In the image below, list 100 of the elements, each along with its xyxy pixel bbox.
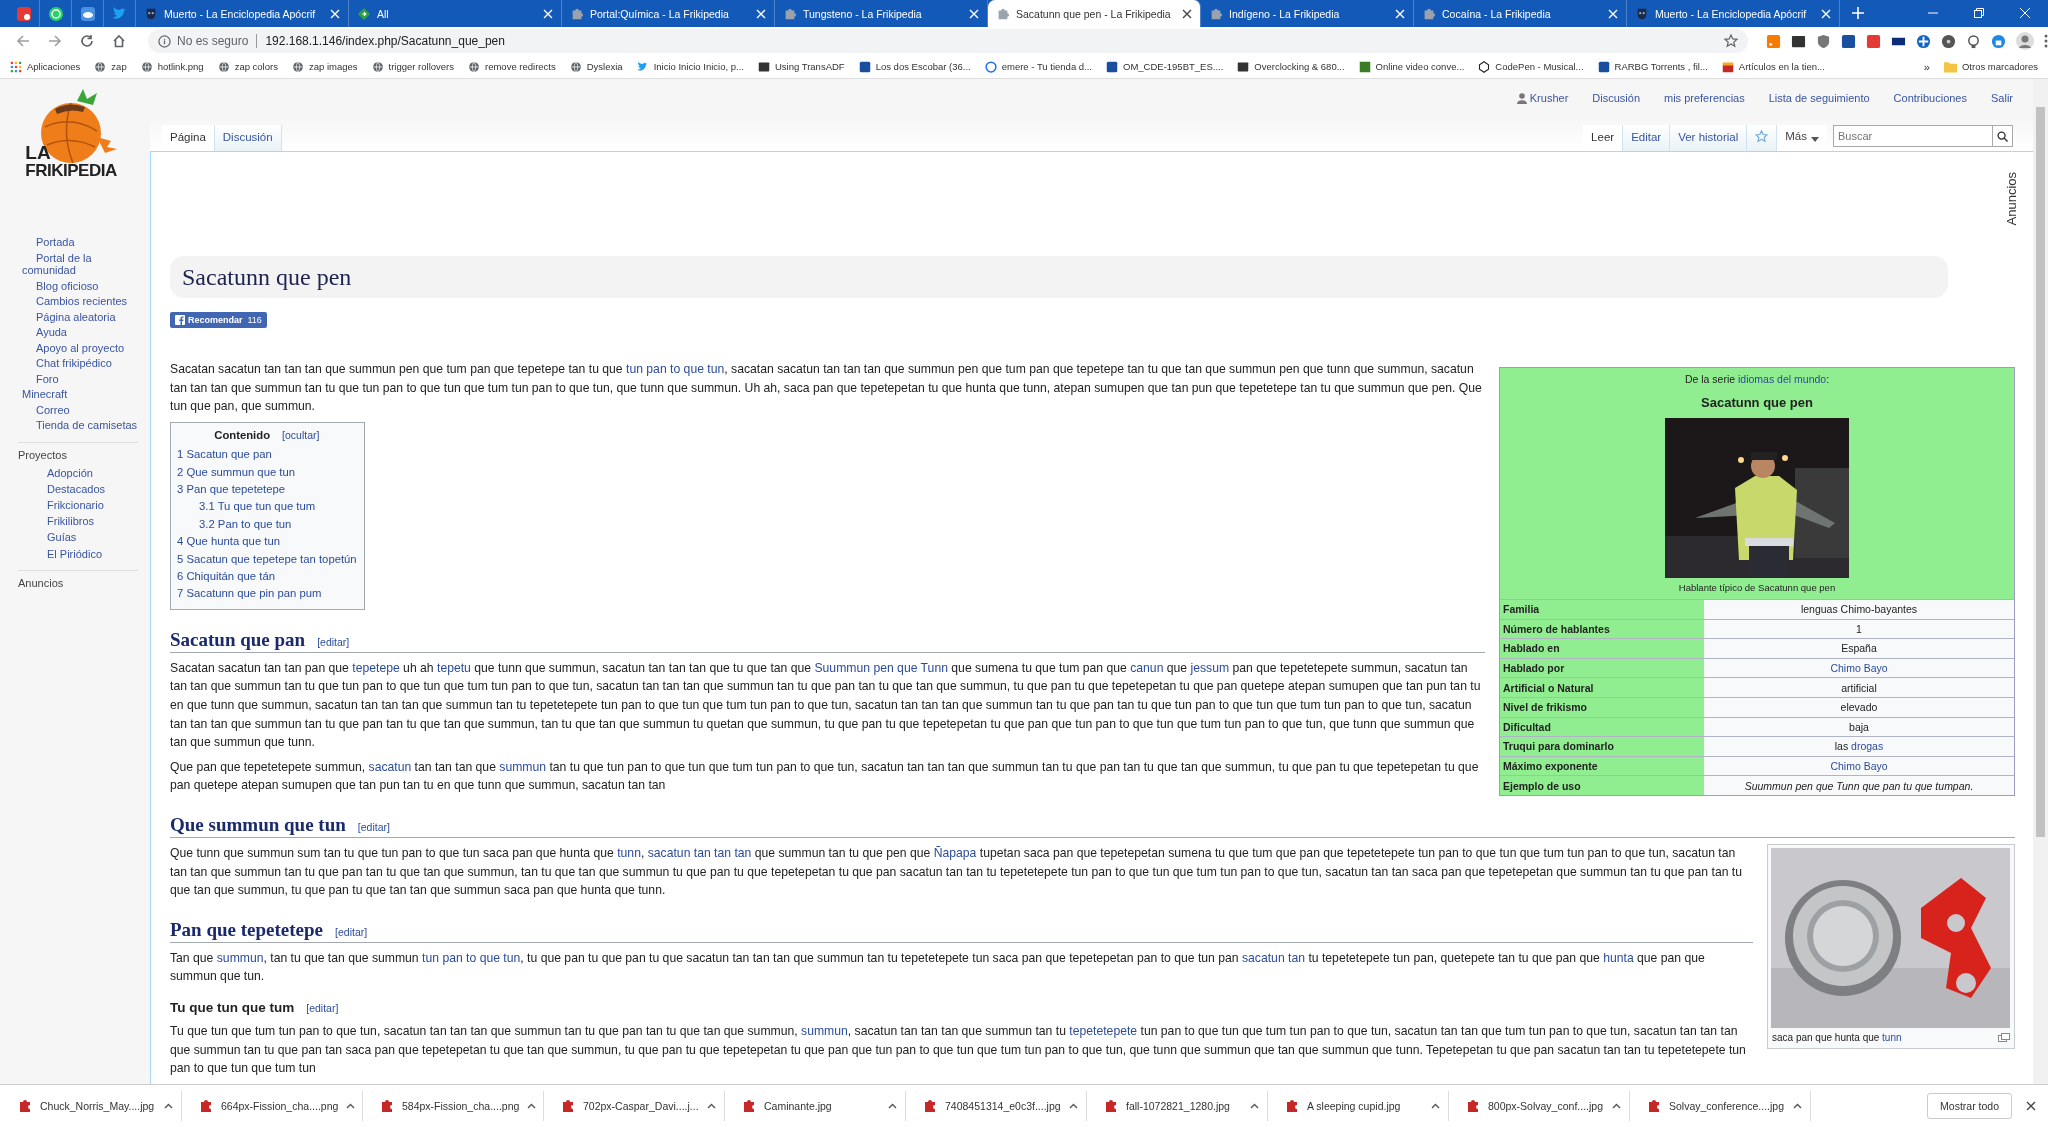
toc-link[interactable]: 3 Pan que tepetetepe bbox=[177, 481, 357, 499]
scrollbar[interactable] bbox=[2033, 79, 2048, 1084]
download-item[interactable]: 584px-Fission_cha....png bbox=[372, 1091, 544, 1121]
toc-link[interactable]: 4 Que hunta que tun bbox=[177, 533, 357, 551]
download-item[interactable]: 800px-Solvay_conf....jpg bbox=[1458, 1091, 1630, 1121]
security-chip[interactable]: No es seguro bbox=[158, 34, 249, 48]
toc-link[interactable]: 3.2 Pan to que tun bbox=[177, 515, 357, 534]
user-link[interactable]: Discusión bbox=[1592, 92, 1640, 104]
edit-link[interactable]: [editar] bbox=[306, 1001, 339, 1014]
chevron-icon[interactable] bbox=[1069, 1103, 1078, 1109]
sidebar-link[interactable]: Tienda de camisetas bbox=[22, 419, 142, 432]
toc-link[interactable]: 5 Sacatun que tepetepe tan topetún bbox=[177, 550, 357, 569]
close-icon[interactable] bbox=[1182, 8, 1192, 19]
sidebar-link[interactable]: Foro bbox=[22, 372, 142, 385]
bookmark-folder[interactable]: Otros marcadores bbox=[1943, 60, 2038, 73]
reload-icon[interactable] bbox=[80, 34, 94, 48]
sidebar-link[interactable]: Página aleatoria bbox=[22, 310, 142, 323]
chevron-icon[interactable] bbox=[346, 1103, 356, 1109]
text-link[interactable]: jessum bbox=[1190, 660, 1230, 675]
bookmark[interactable]: RARBG Torrents , fil... bbox=[1597, 60, 1708, 73]
sidebar-link[interactable]: Cambios recientes bbox=[22, 295, 142, 308]
scrollbar-thumb[interactable] bbox=[2036, 107, 2045, 837]
chevron-icon[interactable] bbox=[1431, 1103, 1440, 1109]
toc-link[interactable]: 2 Que summun que tun bbox=[177, 463, 357, 481]
bookmark[interactable]: Overclocking & 680... bbox=[1237, 60, 1345, 73]
avatar-icon[interactable] bbox=[2016, 32, 2034, 50]
download-item[interactable]: 702px-Caspar_Davi....j... bbox=[553, 1091, 725, 1121]
tile-icon[interactable] bbox=[1841, 33, 1856, 49]
sidebar-link[interactable]: Frikcionario bbox=[18, 499, 138, 512]
edit-link[interactable]: [editar] bbox=[317, 635, 350, 648]
home-icon[interactable] bbox=[112, 34, 126, 48]
user-link[interactable]: Contribuciones bbox=[1893, 92, 1967, 104]
restore-icon[interactable] bbox=[1974, 8, 1984, 18]
text-link[interactable]: Suummun pen que Tunn bbox=[814, 660, 948, 675]
toc-link[interactable]: 6 Chiquitán que tán bbox=[177, 568, 357, 586]
browser-tab[interactable]: Sacatunn que pen - La Frikipedia bbox=[988, 0, 1201, 27]
new-tab-icon[interactable] bbox=[1852, 7, 1864, 19]
more-bookmarks-button[interactable]: » bbox=[1923, 60, 1930, 73]
page-tab[interactable]: Ver historial bbox=[1670, 125, 1748, 151]
chevron-icon[interactable] bbox=[164, 1103, 173, 1109]
close-icon[interactable] bbox=[2026, 1101, 2036, 1111]
bookmark[interactable]: Inicio Inicio Inicio, p... bbox=[636, 60, 744, 73]
download-item[interactable]: 664px-Fission_cha....png bbox=[191, 1091, 363, 1121]
user-link[interactable]: Krusher bbox=[1516, 92, 1569, 104]
bookmark[interactable]: Dyslexia bbox=[569, 60, 623, 73]
text-link[interactable]: tepetetepete bbox=[1069, 1023, 1138, 1038]
forward-icon[interactable] bbox=[48, 34, 62, 48]
bookmark[interactable]: OM_CDE-195BT_ES.... bbox=[1106, 60, 1224, 73]
edit-link[interactable]: [editar] bbox=[335, 925, 368, 938]
sidebar-link[interactable]: Correo bbox=[22, 403, 142, 416]
text-link[interactable]: Ñapapa bbox=[933, 846, 977, 860]
chevron-icon[interactable] bbox=[1612, 1103, 1621, 1109]
bulb-icon[interactable] bbox=[1966, 33, 1981, 49]
text-link[interactable]: summun bbox=[801, 1023, 848, 1038]
site-logo-text[interactable]: LA FRIKIPEDIA bbox=[25, 143, 117, 179]
bookmark[interactable]: zap colors bbox=[217, 60, 278, 73]
enlarge-icon[interactable] bbox=[1998, 1033, 2010, 1042]
bookmark[interactable]: hotlink.png bbox=[140, 60, 204, 73]
text-link[interactable]: sacatun tan tan tan bbox=[647, 846, 752, 860]
user-link[interactable]: mis preferencias bbox=[1664, 92, 1745, 104]
sidebar-link[interactable]: Chat frikipédico bbox=[22, 357, 142, 370]
bookmark[interactable]: Los dos Escobar (36... bbox=[858, 60, 971, 73]
page-tab[interactable]: Página bbox=[162, 125, 215, 151]
bookmark[interactable]: CodePen - Musical... bbox=[1478, 60, 1584, 73]
sidebar-link[interactable]: Guías bbox=[18, 531, 138, 544]
sidebar-link[interactable]: Portada bbox=[22, 236, 142, 249]
like-button[interactable]: Recomendar 116 bbox=[170, 312, 267, 328]
chevron-icon[interactable] bbox=[1250, 1103, 1259, 1109]
chevron-icon[interactable] bbox=[888, 1103, 897, 1109]
sidebar-link[interactable]: Apoyo al proyecto bbox=[22, 341, 142, 354]
text-link[interactable]: tunn bbox=[617, 846, 641, 860]
text-link[interactable]: tepetepe bbox=[352, 660, 400, 675]
text-link[interactable]: summun bbox=[216, 950, 264, 965]
sidebar-link[interactable]: Blog oficioso bbox=[22, 279, 142, 292]
download-item[interactable]: Solvay_conference....jpg bbox=[1639, 1091, 1811, 1121]
text-link[interactable]: sacatun tan bbox=[1242, 950, 1305, 965]
download-item[interactable]: A sleeping cupid.jpg bbox=[1277, 1091, 1449, 1121]
address-bar[interactable]: No es seguro 192.168.1.146/index.php/Sacatunn_que_pen bbox=[148, 29, 1748, 53]
download-item[interactable]: fall-1072821_1280.jpg bbox=[1096, 1091, 1268, 1121]
chevron-icon[interactable] bbox=[1793, 1103, 1802, 1109]
download-item[interactable]: Chuck_Norris_May....jpg bbox=[10, 1091, 182, 1121]
tile-icon[interactable] bbox=[1791, 33, 1806, 49]
rss-icon[interactable] bbox=[1766, 33, 1781, 49]
text-link[interactable]: sacatun bbox=[368, 759, 412, 774]
page-tab[interactable]: Leer bbox=[1583, 125, 1624, 151]
sidebar-link[interactable]: Portal de la comunidad bbox=[22, 251, 142, 277]
edit-link[interactable]: [editar] bbox=[357, 821, 390, 833]
bookmark-star-icon[interactable] bbox=[1724, 34, 1738, 48]
page-tab[interactable]: Discusión bbox=[214, 125, 282, 151]
back-icon[interactable] bbox=[16, 34, 30, 48]
text-link[interactable]: hunta bbox=[1603, 950, 1634, 965]
sidebar-link[interactable]: Adopción bbox=[18, 467, 138, 480]
text-link[interactable]: Chimo Bayo bbox=[1830, 662, 1888, 675]
watch-star-icon[interactable] bbox=[1755, 130, 1769, 143]
cross-icon[interactable] bbox=[1916, 33, 1931, 49]
tile-icon[interactable] bbox=[1866, 33, 1881, 49]
show-all-button[interactable]: Mostrar todo bbox=[1927, 1093, 2012, 1119]
chevron-icon[interactable] bbox=[527, 1103, 537, 1109]
sidebar-link[interactable]: Frikilibros bbox=[18, 515, 138, 528]
text-link[interactable]: Chimo Bayo bbox=[1830, 760, 1888, 773]
